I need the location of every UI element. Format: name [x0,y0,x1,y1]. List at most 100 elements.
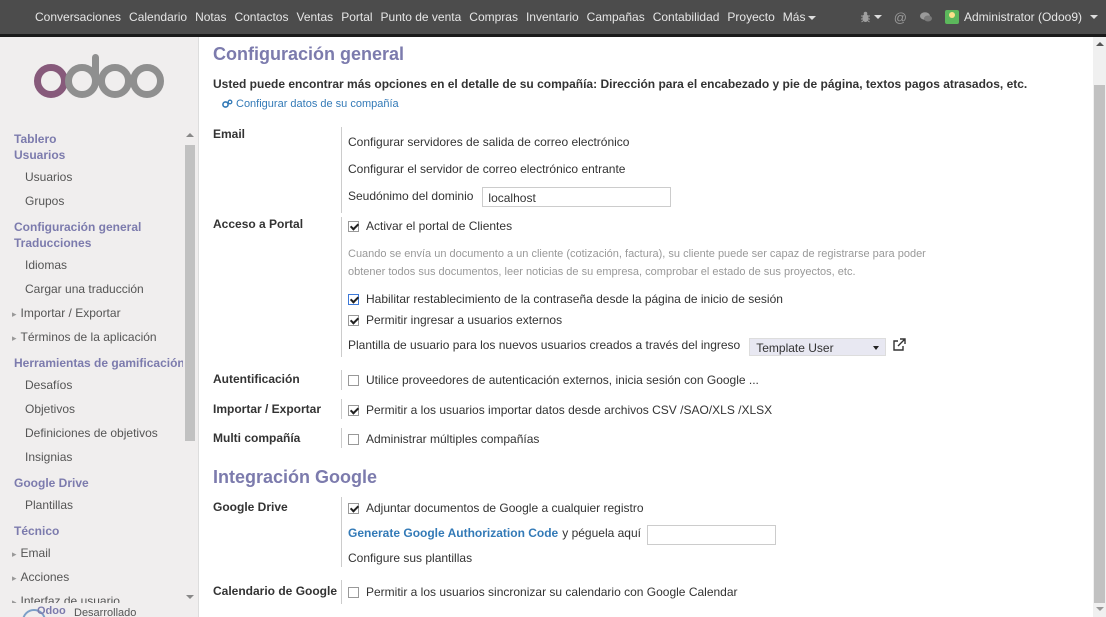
chat-icon[interactable] [919,11,933,23]
sidebar-item-definiciones[interactable]: Definiciones de objetivos [0,421,198,445]
alias-domain-input[interactable]: localhost [482,187,672,207]
gdrive-paste-text: y péguela aquí [562,526,641,540]
sidebar-item-insignias[interactable]: Insignias [0,445,198,469]
reset-password-row[interactable]: Habilitar restablecimiento de la contras… [348,292,783,306]
configure-company-link[interactable]: Configurar datos de su compañía [236,98,399,110]
sidebar-head-usuarios[interactable]: Usuarios [0,147,198,163]
gcal-text: Permitir a los usuarios sincronizar su c… [366,585,738,599]
sidebar-item-desafios[interactable]: Desafíos [0,373,198,397]
powered-brand-link[interactable]: Odoo [37,605,66,617]
odoo-logo[interactable] [33,53,165,104]
settings-form: Configuración general Usted puede encont… [200,37,1093,617]
menu-mas[interactable]: Más [779,10,821,24]
scroll-up-icon[interactable] [1096,42,1104,46]
sidebar-item-cargar-traduccion[interactable]: Cargar una traducción [0,277,198,301]
incoming-mail-link[interactable]: Configurar el servidor de correo electró… [348,162,625,176]
scroll-down-icon[interactable] [186,595,194,599]
external-link-icon[interactable] [892,338,906,352]
external-users-checkbox[interactable] [348,314,359,326]
page-title: Configuración general [213,44,405,64]
main-scrollbar[interactable] [1093,37,1106,617]
scroll-up-icon[interactable] [186,133,194,137]
divider [341,399,342,419]
sidebar: Tablero Usuarios Usuarios Grupos Configu… [0,37,199,617]
external-users-label: Permitir ingresar a usuarios externos [366,313,563,327]
multi-row[interactable]: Administrar múltiples compañías [348,432,539,446]
alias-domain-label: Seudónimo del dominio [348,188,474,203]
sidebar-head-traducciones[interactable]: Traducciones [0,235,198,251]
enable-portal-row[interactable]: Activar el portal de Clientes [348,219,512,233]
menu-contabilidad[interactable]: Contabilidad [649,10,724,24]
import-label: Importar / Exportar [213,402,322,416]
reset-password-checkbox[interactable] [348,293,359,305]
multi-label: Multi compañía [213,431,301,445]
gdrive-attach-checkbox[interactable] [348,502,359,514]
sidebar-item-objetivos[interactable]: Objetivos [0,397,198,421]
menu-inventario[interactable]: Inventario [522,10,583,24]
gdrive-auth-link[interactable]: Generate Google Authorization Code [348,526,558,540]
bug-icon[interactable] [860,11,882,23]
menu-calendario[interactable]: Calendario [125,10,191,24]
sidebar-head-tablero[interactable]: Tablero [0,129,198,147]
divider [341,580,342,604]
scroll-down-icon[interactable] [1096,607,1104,611]
gdrive-templates-link[interactable]: Configure sus plantillas [348,551,472,565]
gcal-checkbox[interactable] [348,586,359,598]
gdrive-label: Google Drive [213,500,288,514]
gdrive-auth-row: Generate Google Authorization Code y pég… [348,521,776,545]
user-menu[interactable]: Administrator (Odoo9) [944,10,1098,24]
enable-portal-checkbox[interactable] [348,220,359,232]
menu-campanas[interactable]: Campañas [583,10,649,24]
sidebar-item-acciones[interactable]: Acciones [0,565,198,589]
configure-company[interactable]: Configurar datos de su compañía [222,98,399,110]
gdrive-attach-row[interactable]: Adjuntar documentos de Google a cualquie… [348,501,644,515]
menu-punto-de-venta[interactable]: Punto de venta [377,10,466,24]
sidebar-head-gamificacion[interactable]: Herramientas de gamificación [0,355,198,371]
at-icon[interactable]: @ [894,10,907,25]
avatar [944,10,959,24]
sidebar-head-google-drive[interactable]: Google Drive [0,475,198,491]
gcal-row[interactable]: Permitir a los usuarios sincronizar su c… [348,585,738,599]
sidebar-item-email[interactable]: Email [0,541,198,565]
auth-text: Utilice proveedores de autenticación ext… [366,373,759,387]
user-name: Administrator (Odoo9) [963,10,1082,24]
google-section-title: Integración Google [213,467,378,487]
gdrive-auth-code-input[interactable] [646,525,776,545]
app-menu: Conversaciones Calendario Notas Contacto… [0,0,820,34]
powered-by: Desarrollado por Odoo [0,603,198,617]
import-row[interactable]: Permitir a los usuarios importar datos d… [348,403,772,417]
enable-portal-label: Activar el portal de Clientes [366,219,513,233]
sidebar-head-configuracion-general[interactable]: Configuración general [0,219,198,235]
sidebar-scrollbar[interactable] [183,129,197,603]
sidebar-item-interfaz[interactable]: Interfaz de usuario [0,589,198,603]
auth-row[interactable]: Utilice proveedores de autenticación ext… [348,373,759,387]
sidebar-item-usuarios[interactable]: Usuarios [0,165,198,189]
menu-compras[interactable]: Compras [465,10,522,24]
intro-text: Usted puede encontrar más opciones en el… [213,77,1028,91]
menu-notas[interactable]: Notas [191,10,230,24]
menu-proyecto[interactable]: Proyecto [723,10,778,24]
divider [341,497,342,567]
menu-contactos[interactable]: Contactos [230,10,292,24]
menu-ventas[interactable]: Ventas [292,10,337,24]
scrollbar-thumb[interactable] [1094,85,1105,603]
chevron-down-icon [873,15,882,19]
menu-portal[interactable]: Portal [337,10,376,24]
outgoing-mail-link[interactable]: Configurar servidores de salida de corre… [348,135,629,149]
menu-conversaciones[interactable]: Conversaciones [0,10,125,24]
auth-label: Autentificación [213,372,300,386]
external-users-row[interactable]: Permitir ingresar a usuarios externos [348,313,562,327]
scrollbar-thumb[interactable] [185,145,195,441]
sidebar-item-idiomas[interactable]: Idiomas [0,253,198,277]
auth-checkbox[interactable] [348,374,359,386]
template-user-select[interactable]: Template User [749,338,887,356]
multi-checkbox[interactable] [348,433,359,445]
gears-icon [222,99,233,108]
import-checkbox[interactable] [348,404,359,416]
sidebar-item-plantillas[interactable]: Plantillas [0,493,198,517]
sidebar-item-terminos[interactable]: Términos de la aplicación [0,325,198,349]
sidebar-head-tecnico[interactable]: Técnico [0,523,198,539]
sidebar-item-importar-exportar[interactable]: Importar / Exportar [0,301,198,325]
chevron-down-icon [808,15,817,20]
sidebar-item-grupos[interactable]: Grupos [0,189,198,213]
